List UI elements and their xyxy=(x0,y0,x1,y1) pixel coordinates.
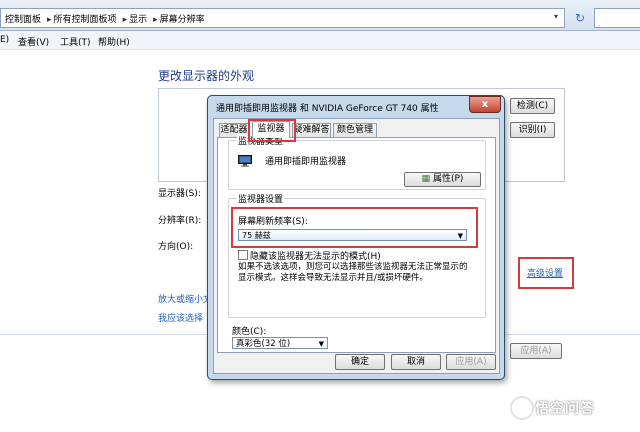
properties-button[interactable]: ▦ 属性(P) xyxy=(404,172,481,187)
breadcrumb: 控制面板 ▸ 所有控制面板项 ▸ 显示 ▸ 屏幕分辨率 xyxy=(5,15,205,25)
hide-modes-checkbox[interactable] xyxy=(238,250,248,260)
watermark-text: 悟空问答 xyxy=(535,401,595,417)
menu-edit[interactable]: E) xyxy=(0,35,9,45)
detect-button[interactable]: 检测(C) xyxy=(510,98,555,114)
close-icon[interactable]: x xyxy=(469,96,501,113)
tab-color-management[interactable]: 颜色管理 xyxy=(333,123,377,137)
monitor-name: 通用即插即用监视器 xyxy=(265,157,347,167)
apply-button[interactable]: 应用(A) xyxy=(446,354,496,370)
search-input[interactable] xyxy=(594,8,640,28)
color-depth-value: 真彩色(32 位) xyxy=(236,339,291,349)
breadcrumb-control-panel[interactable]: 控制面板 xyxy=(5,15,41,25)
page-apply-button[interactable]: 应用(A) xyxy=(510,343,562,359)
monitor-tab-highlight xyxy=(248,119,296,142)
menu-tools[interactable]: 工具(T) xyxy=(60,35,91,48)
hide-modes-description-2: 显示模式。这样会导致无法显示并且/或损坏硬件。 xyxy=(238,273,428,283)
color-depth-select[interactable]: 真彩色(32 位) ▼ xyxy=(232,337,328,349)
address-dropdown-icon[interactable]: ▾ xyxy=(554,12,564,22)
advanced-settings-highlight xyxy=(518,257,574,289)
breadcrumb-resolution[interactable]: 屏幕分辨率 xyxy=(160,15,205,25)
breadcrumb-display[interactable]: 显示 xyxy=(129,15,147,25)
properties-dialog: 通用即插即用监视器 和 NVIDIA GeForce GT 740 属性 x 适… xyxy=(207,95,505,380)
address-field[interactable]: 控制面板 ▸ 所有控制面板项 ▸ 显示 ▸ 屏幕分辨率 xyxy=(0,8,565,28)
menu-bar xyxy=(0,31,640,50)
menu-help[interactable]: 帮助(H) xyxy=(98,35,130,48)
monitor-icon xyxy=(238,155,252,167)
dialog-body: 适配器 监视器 疑难解答 颜色管理 监视器类型 通用即插即用监视器 ▦ 属性(P… xyxy=(213,118,500,374)
cancel-button[interactable]: 取消 xyxy=(391,354,441,370)
identify-button[interactable]: 识别(I) xyxy=(510,122,555,138)
properties-icon: ▦ xyxy=(421,174,431,184)
page-title: 更改显示器的外观 xyxy=(158,69,255,83)
color-label: 颜色(C): xyxy=(232,327,267,337)
orientation-label: 方向(O): xyxy=(158,242,194,252)
monitor-settings-group: 监视器设置 屏幕刷新频率(S): 75 赫兹 ▼ 隐藏该监视器无法显示的模式(H… xyxy=(228,192,486,318)
monitor-tab-panel: 监视器类型 通用即插即用监视器 ▦ 属性(P) 监视器设置 屏幕刷新频率(S): xyxy=(217,134,496,353)
display-label: 显示器(S): xyxy=(158,189,201,199)
monitor-settings-title: 监视器设置 xyxy=(237,192,285,205)
chevron-down-icon: ▼ xyxy=(318,340,324,348)
resolution-label: 分辨率(R): xyxy=(158,216,202,226)
text-size-link[interactable]: 放大或缩小文 xyxy=(158,292,212,305)
dialog-titlebar[interactable]: 通用即插即用监视器 和 NVIDIA GeForce GT 740 属性 x xyxy=(208,96,504,116)
watermark-logo-icon xyxy=(510,396,534,420)
monitor-type-group: 监视器类型 通用即插即用监视器 ▦ 属性(P) xyxy=(228,134,486,190)
refresh-icon[interactable]: ↻ xyxy=(571,10,589,26)
refresh-rate-highlight xyxy=(231,207,478,248)
dialog-title: 通用即插即用监视器 和 NVIDIA GeForce GT 740 属性 xyxy=(216,104,439,114)
ok-button[interactable]: 确定 xyxy=(335,354,385,370)
menu-view[interactable]: 查看(V) xyxy=(18,35,49,48)
breadcrumb-all-items[interactable]: 所有控制面板项 xyxy=(54,15,117,25)
tab-troubleshoot[interactable]: 疑难解答 xyxy=(292,123,331,137)
properties-button-label: 属性(P) xyxy=(432,174,464,184)
which-settings-link[interactable]: 我应该选择 xyxy=(158,311,203,324)
